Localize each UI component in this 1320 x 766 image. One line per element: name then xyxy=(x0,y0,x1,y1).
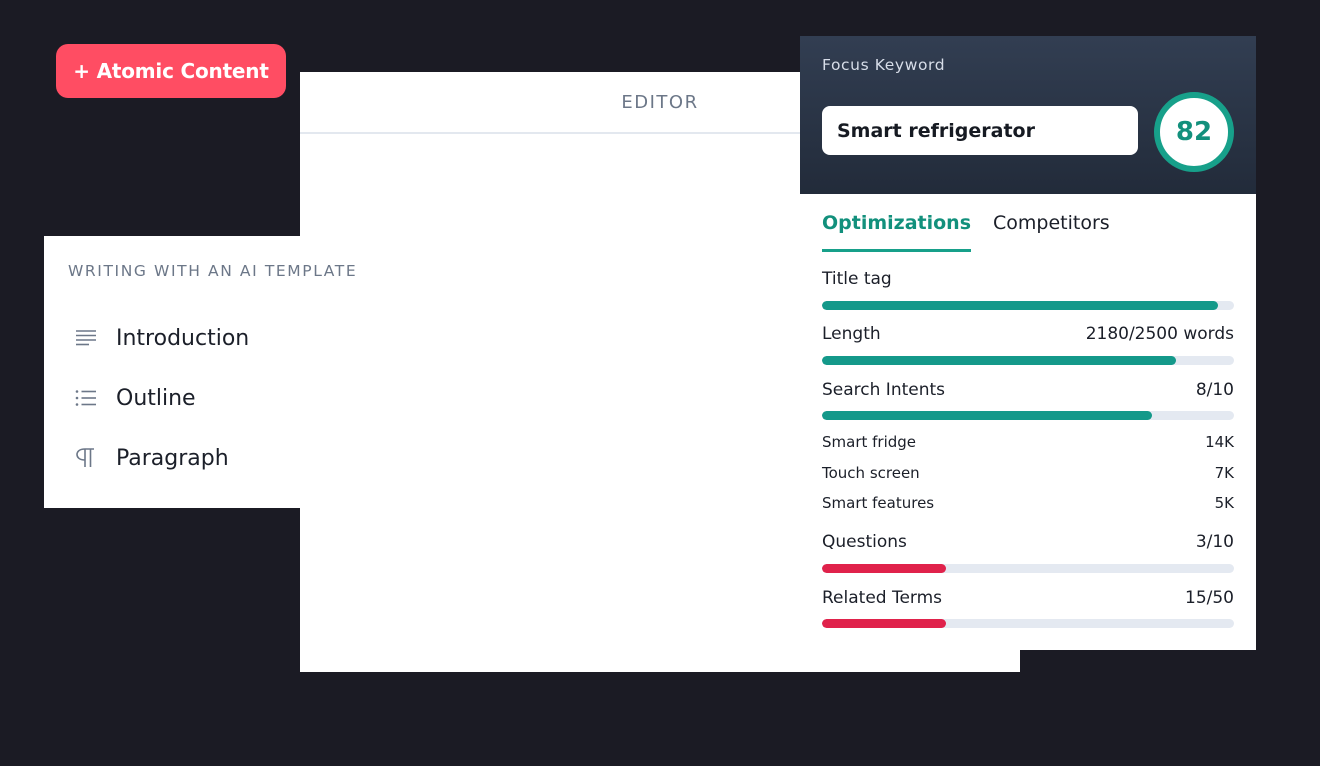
metric-label: Length xyxy=(822,324,881,344)
intent-value: 7K xyxy=(1214,464,1234,482)
focus-keyword-label: Focus Keyword xyxy=(822,56,946,74)
metric-label: Related Terms xyxy=(822,588,943,608)
search-intents-progress-bar xyxy=(822,411,1234,420)
pilcrow-icon xyxy=(74,446,98,470)
questions-progress-bar xyxy=(822,564,1234,573)
seo-score-badge: 82 xyxy=(1154,92,1234,172)
metric-related-terms: Related Terms 15/50 xyxy=(822,588,1234,608)
progress-fill xyxy=(822,564,946,573)
tab-competitors[interactable]: Competitors xyxy=(993,208,1110,250)
intent-label: Touch screen xyxy=(822,464,920,482)
seo-panel: Focus Keyword 82 Optimizations Competito… xyxy=(800,36,1256,650)
metric-search-intents: Search Intents 8/10 xyxy=(822,380,1234,400)
intent-value: 14K xyxy=(1205,433,1234,451)
template-panel: WRITING WITH AN AI TEMPLATE Introduction… xyxy=(44,236,356,508)
metric-questions: Questions 3/10 xyxy=(822,532,1234,552)
template-item-outline[interactable]: Outline xyxy=(74,378,196,418)
metric-value: 3/10 xyxy=(1195,532,1234,552)
template-item-label: Paragraph xyxy=(116,445,229,471)
metric-label: Search Intents xyxy=(822,380,946,400)
focus-keyword-header: Focus Keyword 82 xyxy=(800,36,1256,194)
metric-value: 15/50 xyxy=(1185,588,1234,608)
metric-value: 8/10 xyxy=(1195,380,1234,400)
intent-label: Smart features xyxy=(822,494,935,512)
title-tag-progress-bar xyxy=(822,301,1234,310)
template-item-paragraph[interactable]: Paragraph xyxy=(74,438,229,478)
tab-optimizations[interactable]: Optimizations xyxy=(822,208,972,252)
progress-fill xyxy=(822,411,1152,420)
progress-fill xyxy=(822,301,1218,310)
metric-label: Questions xyxy=(822,532,907,552)
intent-row-smart-features: Smart features 5K xyxy=(822,494,1234,512)
intent-row-smart-fridge: Smart fridge 14K xyxy=(822,433,1234,451)
focus-keyword-input[interactable] xyxy=(822,106,1138,155)
seo-tabs: Optimizations Competitors xyxy=(822,208,1132,254)
metric-title-tag: Title tag xyxy=(822,269,1234,289)
atomic-content-button[interactable]: + Atomic Content xyxy=(56,44,286,98)
align-left-icon xyxy=(74,326,98,350)
progress-fill xyxy=(822,619,946,628)
length-progress-bar xyxy=(822,356,1234,365)
list-icon xyxy=(74,386,98,410)
metric-value: 2180/2500 words xyxy=(1085,324,1234,344)
seo-score-value: 82 xyxy=(1175,117,1213,147)
editor-title: EDITOR xyxy=(621,91,699,113)
template-item-label: Outline xyxy=(116,385,196,411)
metric-length: Length 2180/2500 words xyxy=(822,324,1234,344)
template-item-introduction[interactable]: Introduction xyxy=(74,318,249,358)
intent-label: Smart fridge xyxy=(822,433,917,451)
metric-label: Title tag xyxy=(822,269,892,289)
intent-row-touch-screen: Touch screen 7K xyxy=(822,464,1234,482)
related-terms-progress-bar xyxy=(822,619,1234,628)
progress-fill xyxy=(822,356,1177,365)
template-item-label: Introduction xyxy=(116,325,250,351)
intent-value: 5K xyxy=(1214,494,1234,512)
template-title: WRITING WITH AN AI TEMPLATE xyxy=(68,262,358,280)
